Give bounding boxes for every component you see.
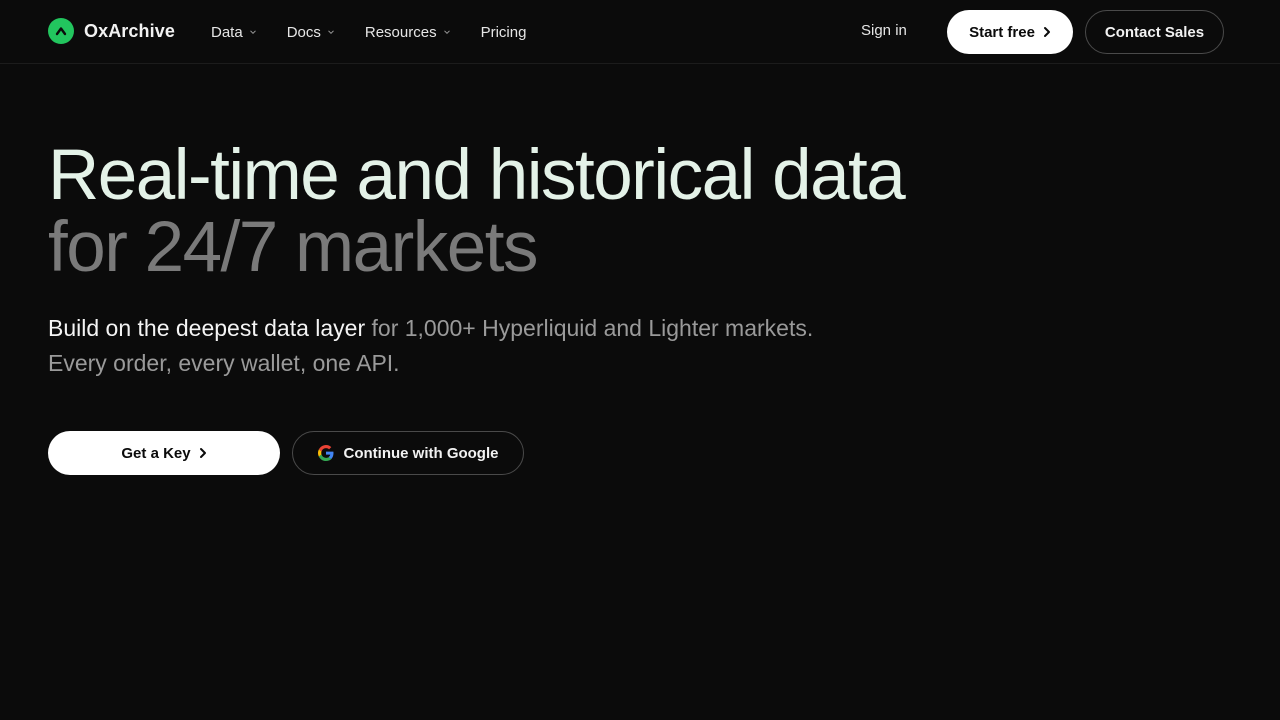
nav-item-label: Data [211, 23, 243, 41]
start-free-button[interactable]: Start free [947, 10, 1073, 54]
nav-item-label: Pricing [480, 23, 527, 41]
contact-sales-button[interactable]: Contact Sales [1085, 10, 1224, 54]
hero-subtitle-strong: Build on the deepest data layer [48, 315, 366, 341]
hero-title-line1: Real-time and historical data [48, 136, 906, 215]
top-nav: OxArchive Data Docs Resources Pricing Si… [0, 0, 1280, 64]
sign-in-link[interactable]: Sign in [861, 22, 907, 39]
chevron-down-icon [443, 30, 450, 35]
nav-links: Data Docs Resources Pricing [211, 0, 556, 64]
chevron-down-icon [328, 30, 334, 35]
chevron-down-icon [249, 30, 256, 35]
nav-item-label: Resources [364, 23, 437, 41]
nav-item-docs[interactable]: Docs [287, 24, 335, 41]
google-icon [317, 445, 333, 461]
contact-sales-label: Contact Sales [1104, 23, 1205, 41]
hero-subtitle: Build on the deepest data layer for 1,00… [48, 311, 948, 381]
get-a-key-button[interactable]: Get a Key [48, 431, 280, 475]
continue-with-google-label: Continue with Google [343, 444, 499, 462]
brand-name: OxArchive [84, 20, 175, 41]
hero-title: Real-time and historical data for 24/7 m… [48, 136, 906, 287]
hero-title-line2: for 24/7 markets [48, 208, 538, 287]
get-a-key-label: Get a Key [121, 444, 191, 462]
chevron-right-icon [1043, 27, 1050, 37]
continue-with-google-button[interactable]: Continue with Google [292, 431, 524, 475]
chevron-right-icon [199, 448, 206, 458]
nav-item-data[interactable]: Data [211, 24, 257, 41]
hero-subtitle-rest: for 1,000+ Hyperliquid and Lighter marke… [365, 315, 814, 341]
start-free-label: Start free [969, 23, 1035, 41]
nav-item-pricing[interactable]: Pricing [481, 24, 527, 41]
nav-item-resources[interactable]: Resources [365, 24, 451, 41]
hero-subtitle-line2: Every order, every wallet, one API. [48, 350, 400, 376]
nav-item-label: Docs [286, 23, 321, 41]
brand-logo[interactable]: OxArchive [48, 18, 175, 44]
caret-up-icon [48, 18, 74, 44]
